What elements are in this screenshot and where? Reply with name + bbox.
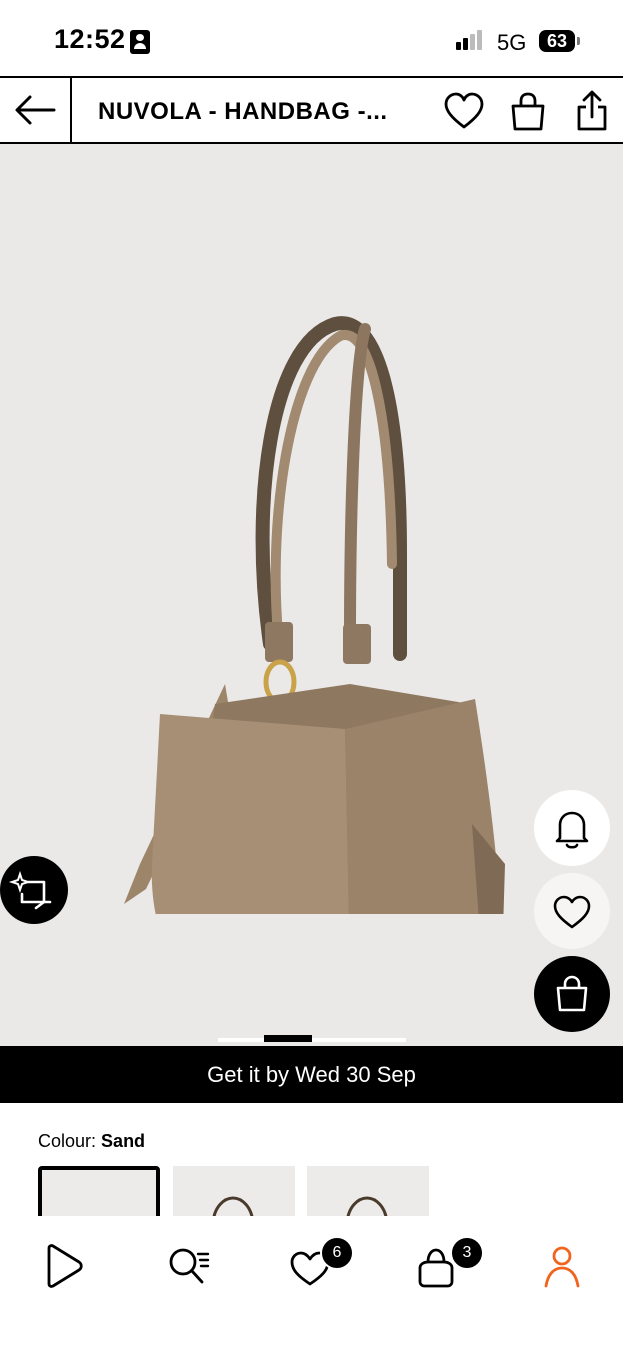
image-page-indicator-active	[264, 1035, 312, 1042]
tab-wishlist[interactable]: 6	[280, 1236, 354, 1296]
battery-icon: 63	[539, 30, 580, 52]
status-bar: 12:52 5G 63	[0, 0, 623, 76]
colour-label: Colour:	[38, 1131, 97, 1151]
add-to-bag-button[interactable]	[534, 956, 610, 1032]
sparkle-crop-icon	[8, 870, 52, 910]
person-icon	[544, 1246, 580, 1288]
delivery-banner: Get it by Wed 30 Sep	[0, 1046, 623, 1103]
notify-button[interactable]	[534, 790, 610, 866]
tab-account[interactable]	[532, 1236, 592, 1296]
product-header: NUVOLA - HANDBAG -...	[0, 76, 623, 144]
back-button[interactable]	[0, 78, 72, 142]
colour-value: Sand	[101, 1131, 146, 1151]
bag-count-badge: 3	[450, 1236, 484, 1270]
shopping-bag-icon	[556, 975, 588, 1012]
share-icon[interactable]	[576, 90, 608, 132]
tab-search[interactable]	[158, 1236, 218, 1296]
colour-label-row: Colour: Sand	[38, 1131, 145, 1152]
play-logo-icon	[47, 1244, 83, 1288]
page-title: NUVOLA - HANDBAG -...	[98, 98, 388, 125]
bell-icon	[555, 811, 589, 849]
visual-search-button[interactable]	[0, 856, 68, 924]
id-card-icon	[130, 30, 150, 54]
bottom-tab-bar: 6 3	[0, 1216, 623, 1350]
wishlist-count-badge: 6	[320, 1236, 354, 1270]
status-time: 12:52	[54, 24, 126, 54]
wishlist-button[interactable]	[534, 873, 610, 949]
arrow-left-icon	[15, 95, 56, 125]
heart-icon	[553, 895, 591, 929]
network-type: 5G	[497, 30, 527, 55]
product-image-gallery[interactable]	[0, 144, 623, 1046]
tab-bag[interactable]: 3	[406, 1236, 484, 1296]
search-list-icon	[169, 1248, 210, 1284]
heart-icon[interactable]	[444, 92, 484, 130]
product-image	[124, 316, 505, 914]
shopping-bag-icon[interactable]	[510, 92, 546, 132]
tab-home[interactable]	[34, 1236, 94, 1296]
image-page-indicator	[218, 1035, 406, 1042]
